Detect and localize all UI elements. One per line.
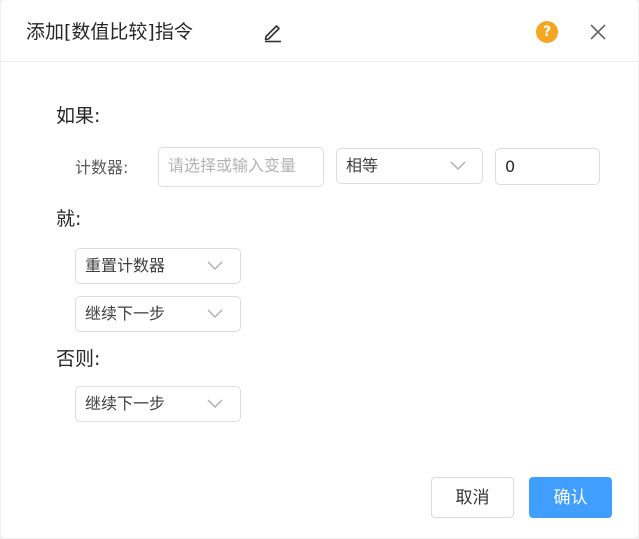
counter-field-label: 计数器: xyxy=(75,158,129,177)
compare-value-input[interactable]: 0 xyxy=(495,148,600,185)
else-section-label: 否则: xyxy=(56,348,101,370)
dialog-header: 添加[数值比较]指令 ? xyxy=(1,0,638,62)
compare-value-text: 0 xyxy=(505,157,516,176)
then-action-select-2[interactable]: 继续下一步 xyxy=(75,296,241,332)
then-section-label: 就: xyxy=(56,208,82,230)
operator-select[interactable]: 相等 xyxy=(336,148,483,184)
if-section-label: 如果: xyxy=(56,105,101,127)
variable-input-placeholder: 请选择或输入变量 xyxy=(168,156,297,175)
else-action-select-1[interactable]: 继续下一步 xyxy=(75,386,241,422)
else-action-select-1-value: 继续下一步 xyxy=(85,394,166,413)
chevron-down-icon xyxy=(450,161,466,171)
edit-pencil-icon[interactable] xyxy=(261,20,285,44)
then-action-select-2-value: 继续下一步 xyxy=(85,304,166,323)
operator-select-value: 相等 xyxy=(346,156,379,175)
close-x-icon[interactable] xyxy=(587,21,609,43)
add-numeric-compare-dialog: 添加[数值比较]指令 ? 如果: 计数器: 请选择或输入变量 相等 0 就: 重… xyxy=(1,0,638,538)
chevron-down-icon xyxy=(207,309,223,319)
help-question-icon[interactable]: ? xyxy=(536,21,558,43)
cancel-button[interactable]: 取消 xyxy=(431,477,514,518)
then-action-select-1-value: 重置计数器 xyxy=(85,256,166,275)
chevron-down-icon xyxy=(207,261,223,271)
confirm-button[interactable]: 确认 xyxy=(529,477,612,518)
variable-input[interactable]: 请选择或输入变量 xyxy=(158,147,324,187)
dialog-title: 添加[数值比较]指令 xyxy=(26,21,193,43)
chevron-down-icon xyxy=(207,399,223,409)
then-action-select-1[interactable]: 重置计数器 xyxy=(75,248,241,284)
